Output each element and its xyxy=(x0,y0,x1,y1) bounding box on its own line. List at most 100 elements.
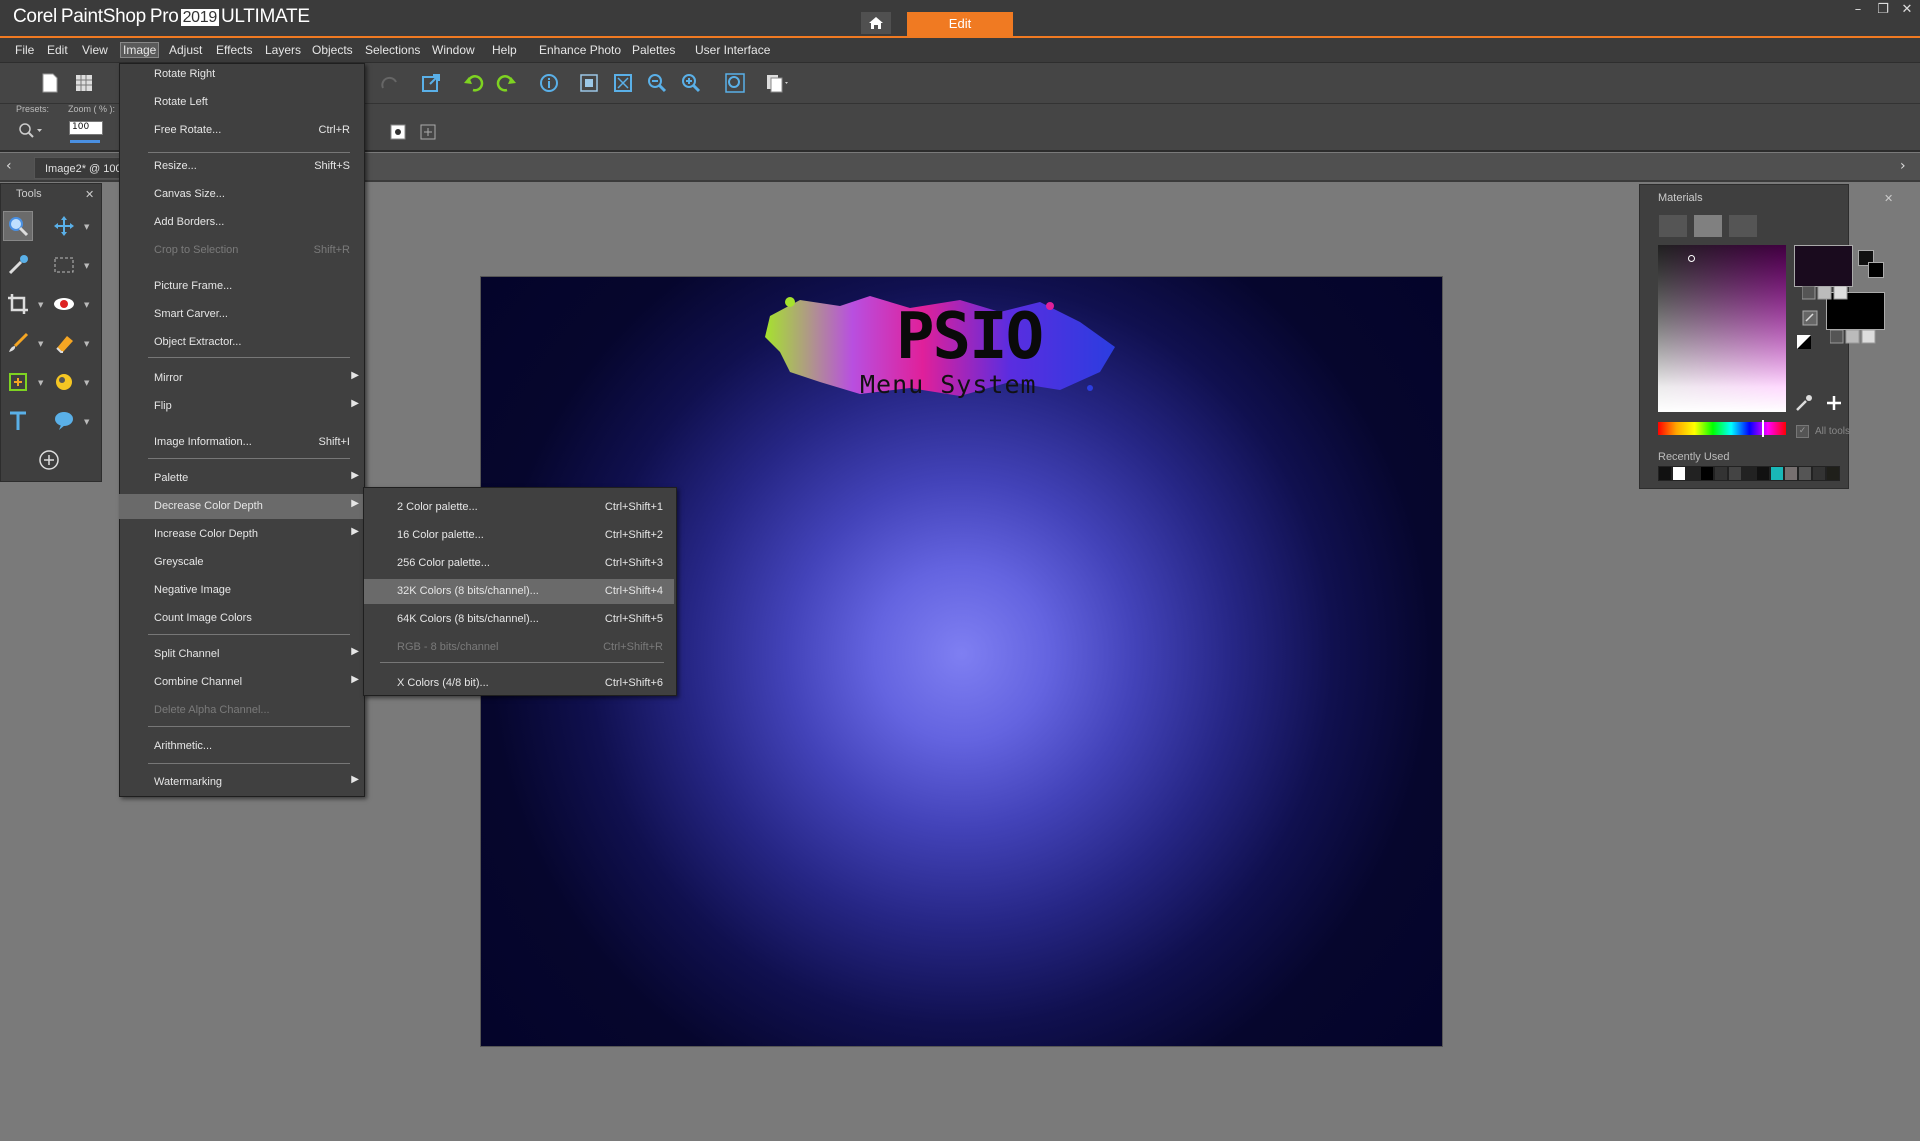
close-window-button[interactable]: ✕ xyxy=(1896,2,1918,20)
selection-tool[interactable] xyxy=(50,251,78,279)
dropper-tool[interactable] xyxy=(4,251,32,279)
mini-bg-swatch[interactable] xyxy=(1868,262,1884,278)
info-icon[interactable] xyxy=(537,71,561,95)
fill-dropdown-icon[interactable]: ▼ xyxy=(84,379,89,387)
fg-style-buttons[interactable] xyxy=(1801,285,1848,303)
default-colors-icon[interactable] xyxy=(1796,334,1812,353)
recent-color-swatch[interactable] xyxy=(1798,466,1812,481)
recent-color-swatch[interactable] xyxy=(1700,466,1714,481)
materials-close-icon[interactable]: ✕ xyxy=(1884,192,1893,205)
image-menu-item-combine-channel[interactable]: Combine Channel ▶ xyxy=(119,670,363,695)
fit-window-icon[interactable] xyxy=(577,71,601,95)
zoom-in-icon[interactable] xyxy=(679,71,703,95)
image-menu-item-arithmetic[interactable]: Arithmetic... xyxy=(119,734,363,759)
move-tool[interactable] xyxy=(50,212,78,240)
image-menu-item-object-extractor[interactable]: Object Extractor... xyxy=(119,330,363,355)
zoom-out-icon[interactable] xyxy=(645,71,669,95)
menu-edit[interactable]: Edit xyxy=(47,43,68,57)
crop-tool[interactable] xyxy=(4,290,32,318)
home-button[interactable] xyxy=(861,12,891,34)
tools-palette-close-icon[interactable]: ✕ xyxy=(85,188,94,201)
recent-color-swatch[interactable] xyxy=(1714,466,1728,481)
menu-objects[interactable]: Objects xyxy=(312,43,353,57)
recent-color-swatch[interactable] xyxy=(1658,466,1672,481)
presets-dropdown[interactable] xyxy=(18,122,44,141)
recent-color-swatch[interactable] xyxy=(1672,466,1686,481)
grid-icon[interactable] xyxy=(72,71,96,95)
zoom-input[interactable]: 100 xyxy=(69,121,103,135)
submenu-item-x-colors-4-8-bit[interactable]: X Colors (4/8 bit)... Ctrl+Shift+6 xyxy=(364,671,674,696)
submenu-item-16-color-palette[interactable]: 16 Color palette... Ctrl+Shift+2 xyxy=(364,523,674,548)
shape-dropdown-icon[interactable]: ▼ xyxy=(84,418,89,426)
shape-tool[interactable] xyxy=(50,407,78,435)
redo-icon[interactable] xyxy=(494,71,518,95)
image-menu-item-smart-carver[interactable]: Smart Carver... xyxy=(119,302,363,327)
recent-color-swatch[interactable] xyxy=(1728,466,1742,481)
image-menu-item-count-image-colors[interactable]: Count Image Colors xyxy=(119,606,363,631)
image-menu-item-negative-image[interactable]: Negative Image xyxy=(119,578,363,603)
tab-scroll-left-icon[interactable]: ‹ xyxy=(6,158,12,174)
menu-adjust[interactable]: Adjust xyxy=(169,43,202,57)
submenu-item-64k-colors-8-bits-channel[interactable]: 64K Colors (8 bits/channel)... Ctrl+Shift… xyxy=(364,607,674,632)
tab-scroll-right-icon[interactable]: › xyxy=(1900,158,1906,174)
image-menu-item-watermarking[interactable]: Watermarking ▶ xyxy=(119,770,363,795)
eraser-dropdown-icon[interactable]: ▼ xyxy=(84,340,89,348)
menu-effects[interactable]: Effects xyxy=(216,43,252,57)
menu-user-interface[interactable]: User Interface xyxy=(695,43,770,57)
menu-layers[interactable]: Layers xyxy=(265,43,301,57)
paste-dropdown-icon[interactable] xyxy=(765,71,789,95)
color-picker-cursor[interactable] xyxy=(1688,255,1695,262)
document-tab[interactable]: Image2* @ 100% xyxy=(34,157,124,179)
redo-disabled-icon[interactable] xyxy=(378,71,402,95)
paint-brush-tool[interactable] xyxy=(4,329,32,357)
crop-tool-dropdown-icon[interactable]: ▼ xyxy=(38,301,43,309)
actual-size-icon[interactable] xyxy=(390,124,406,143)
materials-swatches-tab[interactable] xyxy=(1659,215,1687,237)
image-menu-item-delete-alpha-channel[interactable]: Delete Alpha Channel... xyxy=(119,698,363,723)
image-menu-item-palette[interactable]: Palette ▶ xyxy=(119,466,363,491)
menu-help[interactable]: Help xyxy=(492,43,517,57)
eraser-tool[interactable] xyxy=(50,329,78,357)
restore-button[interactable]: ❐ xyxy=(1872,2,1894,20)
image-menu-item-picture-frame[interactable]: Picture Frame... xyxy=(119,274,363,299)
image-menu-item-rotate-right[interactable]: Rotate Right xyxy=(119,62,363,87)
fill-tool[interactable] xyxy=(50,368,78,396)
edit-mode-tab[interactable]: Edit xyxy=(907,12,1013,36)
undo-icon[interactable] xyxy=(462,71,486,95)
recent-color-swatch[interactable] xyxy=(1686,466,1700,481)
swap-colors-icon[interactable] xyxy=(1802,310,1818,329)
red-eye-tool[interactable] xyxy=(50,290,78,318)
fit-image-icon[interactable] xyxy=(611,71,635,95)
image-menu-item-image-information[interactable]: Image Information... Shift+I xyxy=(119,430,363,455)
image-menu-item-crop-to-selection[interactable]: Crop to Selection Shift+R xyxy=(119,238,363,263)
foreground-color-swatch[interactable] xyxy=(1794,245,1853,287)
selection-tool-dropdown-icon[interactable]: ▼ xyxy=(84,262,89,270)
materials-frame-tab[interactable] xyxy=(1729,215,1757,237)
clone-tool[interactable] xyxy=(4,368,32,396)
new-file-icon[interactable] xyxy=(38,71,62,95)
menu-file[interactable]: File xyxy=(15,43,34,57)
zoom-slider[interactable] xyxy=(70,140,100,143)
image-menu-item-rotate-left[interactable]: Rotate Left xyxy=(119,90,363,115)
recent-color-swatch[interactable] xyxy=(1742,466,1756,481)
recent-color-swatch[interactable] xyxy=(1812,466,1826,481)
image-menu-item-mirror[interactable]: Mirror ▶ xyxy=(119,366,363,391)
image-menu-item-free-rotate[interactable]: Free Rotate... Ctrl+R xyxy=(119,118,363,143)
zoom-tool[interactable] xyxy=(3,211,33,241)
menu-view[interactable]: View xyxy=(82,43,108,57)
menu-palettes[interactable]: Palettes xyxy=(632,43,675,57)
submenu-item-256-color-palette[interactable]: 256 Color palette... Ctrl+Shift+3 xyxy=(364,551,674,576)
red-eye-dropdown-icon[interactable]: ▼ xyxy=(84,301,89,309)
recent-color-swatch[interactable] xyxy=(1826,466,1840,481)
submenu-item-2-color-palette[interactable]: 2 Color palette... Ctrl+Shift+1 xyxy=(364,495,674,520)
hue-slider-handle[interactable] xyxy=(1762,420,1764,437)
image-menu-item-decrease-color-depth[interactable]: Decrease Color Depth ▶ xyxy=(119,494,363,519)
minimize-button[interactable]: – xyxy=(1847,2,1869,20)
hue-slider[interactable] xyxy=(1658,422,1786,435)
recent-color-swatch[interactable] xyxy=(1770,466,1784,481)
text-tool[interactable] xyxy=(4,407,32,435)
menu-window[interactable]: Window xyxy=(432,43,475,57)
recent-color-swatch[interactable] xyxy=(1784,466,1798,481)
brush-dropdown-icon[interactable]: ▼ xyxy=(38,340,43,348)
image-menu-item-split-channel[interactable]: Split Channel ▶ xyxy=(119,642,363,667)
